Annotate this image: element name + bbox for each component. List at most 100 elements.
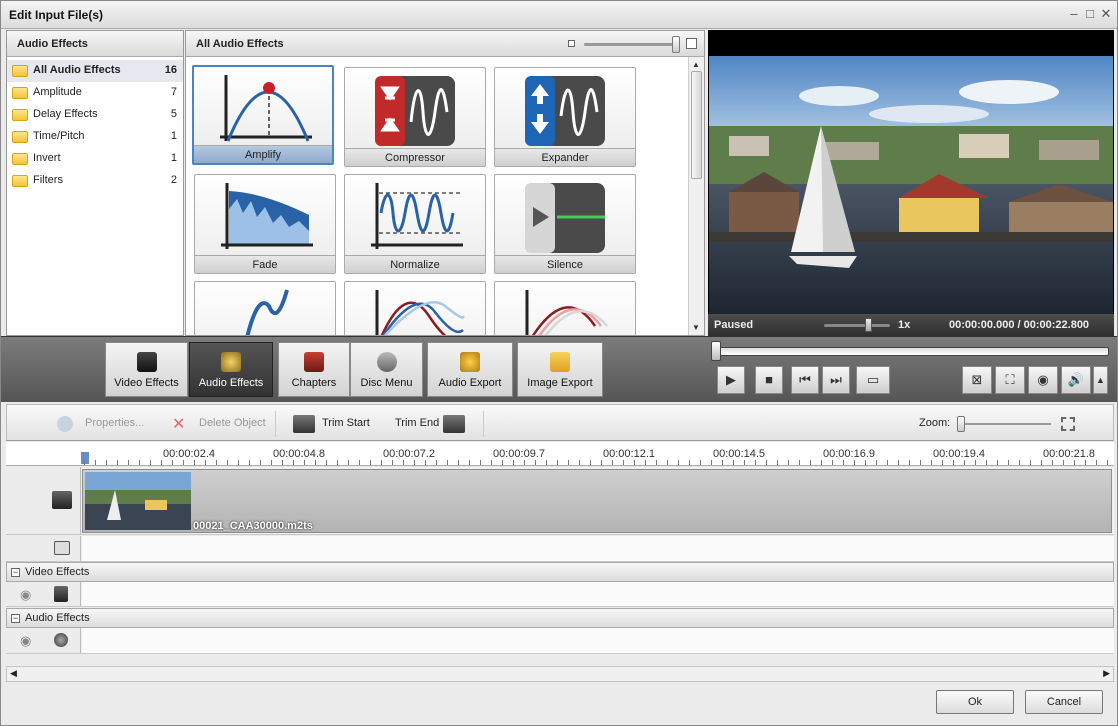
stop-button[interactable]: ■ <box>755 366 783 394</box>
ruler-ticks <box>84 460 1114 465</box>
effect-tile-9[interactable] <box>494 281 636 335</box>
category-invert[interactable]: Invert 1 <box>7 148 183 170</box>
title-bar: Edit Input File(s) – □ ✕ <box>1 1 1117 29</box>
speed-slider-thumb[interactable] <box>865 318 872 332</box>
ruler-tick: 00:00:16.9 <box>823 448 875 460</box>
category-panel: Audio Effects All Audio Effects 16 Ampli… <box>6 30 184 336</box>
video-effects-button[interactable]: Video Effects <box>105 342 188 397</box>
effect-tile-normalize[interactable]: Normalize <box>344 174 486 274</box>
thumbnail-zoom-slider[interactable] <box>584 43 676 46</box>
timeline-zoom-slider[interactable] <box>957 423 1051 425</box>
volume-button[interactable]: 🔊 <box>1061 366 1091 394</box>
effect-label: Normalize <box>345 255 485 273</box>
audio-track-icon <box>54 541 70 555</box>
ruler-tick: 00:00:04.8 <box>273 448 325 460</box>
visibility-eye-icon[interactable]: ◉ <box>20 587 31 603</box>
seek-thumb[interactable] <box>711 341 721 361</box>
timeline-ruler[interactable]: 00:00:02.4 00:00:04.8 00:00:07.2 00:00:0… <box>6 442 1114 466</box>
video-effects-lane[interactable] <box>82 582 1114 606</box>
silence-icon <box>525 183 605 253</box>
snapshot-button[interactable]: ◉ <box>1028 366 1058 394</box>
collapse-icon[interactable]: − <box>11 614 20 623</box>
fit-to-window-icon[interactable] <box>1061 417 1075 431</box>
properties-button[interactable]: Properties... <box>85 417 144 429</box>
separator <box>275 411 276 437</box>
scroll-up-icon[interactable]: ▲ <box>692 60 700 69</box>
audio-track-lane[interactable] <box>82 536 1114 561</box>
fullscreen-button[interactable]: ⛶ <box>995 366 1025 394</box>
effect-tile-compressor[interactable]: Compressor <box>344 67 486 167</box>
effect-tile-fade[interactable]: Fade <box>194 174 336 274</box>
audio-effects-track: ◉ <box>6 628 1114 654</box>
delete-object-button[interactable]: Delete Object <box>199 417 266 429</box>
effect-tile-expander[interactable]: Expander <box>494 67 636 167</box>
scroll-down-icon[interactable]: ▼ <box>692 323 700 332</box>
video-frame[interactable] <box>709 56 1113 314</box>
effect-label: Fade <box>195 255 335 273</box>
deinterlace-button[interactable]: ⊠ <box>962 366 992 394</box>
category-all-audio-effects[interactable]: All Audio Effects 16 <box>7 60 183 82</box>
zoom-large-icon[interactable] <box>686 38 697 49</box>
main-toolbar: Video Effects Audio Effects Chapters Dis… <box>1 336 1117 402</box>
effect-tile-7[interactable] <box>194 281 336 335</box>
maximize-icon[interactable]: □ <box>1083 7 1097 21</box>
next-frame-button[interactable]: ⏭ <box>822 366 850 394</box>
fullscreen-icon: ⛶ <box>1005 372 1015 387</box>
thumbnail-zoom-thumb[interactable] <box>672 36 680 53</box>
image-export-button[interactable]: Image Export <box>517 342 603 397</box>
edit-toolbar: Properties... ✕ Delete Object Trim Start… <box>6 404 1114 441</box>
cancel-button[interactable]: Cancel <box>1025 690 1103 714</box>
video-clip[interactable]: 00021_CAA30000.m2ts <box>82 469 1112 533</box>
amplify-icon <box>220 75 312 142</box>
category-label: All Audio Effects <box>33 64 121 76</box>
effect-tile-silence[interactable]: Silence <box>494 174 636 274</box>
disc-menu-button[interactable]: Disc Menu <box>350 342 423 397</box>
audio-effects-lane[interactable] <box>82 628 1114 653</box>
visibility-eye-icon[interactable]: ◉ <box>20 633 31 649</box>
category-delay-effects[interactable]: Delay Effects 5 <box>7 104 183 126</box>
audio-effects-group[interactable]: − Audio Effects <box>6 608 1114 628</box>
compressor-icon <box>375 76 455 146</box>
close-icon[interactable]: ✕ <box>1099 7 1113 21</box>
speed-slider[interactable] <box>824 324 890 327</box>
category-amplitude[interactable]: Amplitude 7 <box>7 82 183 104</box>
effect-tile-amplify[interactable]: Amplify <box>192 65 334 165</box>
previous-frame-button[interactable]: ⏮ <box>791 366 819 394</box>
normalize-icon <box>371 183 463 249</box>
zoom-small-icon[interactable] <box>568 40 575 47</box>
aspect-ratio-button[interactable]: ▭ <box>856 366 890 394</box>
audio-effects-button[interactable]: Audio Effects <box>189 342 273 397</box>
category-label: Amplitude <box>33 86 82 98</box>
category-count: 5 <box>170 108 177 120</box>
effect-tile-8[interactable] <box>344 281 486 335</box>
video-effect-icon <box>54 586 68 602</box>
play-button[interactable]: ▶ <box>717 366 745 394</box>
category-time-pitch[interactable]: Time/Pitch 1 <box>7 126 183 148</box>
collapse-icon[interactable]: − <box>11 568 20 577</box>
trim-start-button[interactable]: Trim Start <box>322 417 370 429</box>
expander-icon <box>525 76 605 146</box>
timeline-scrollbar[interactable]: ◀ ▶ <box>6 666 1114 682</box>
category-filters[interactable]: Filters 2 <box>7 170 183 192</box>
separator <box>483 411 484 437</box>
effects-title: All Audio Effects <box>196 38 284 50</box>
video-track-icon <box>52 491 72 509</box>
volume-dropdown[interactable]: ▲ <box>1093 366 1108 394</box>
chapters-button[interactable]: Chapters <box>278 342 350 397</box>
effects-header: All Audio Effects <box>186 31 704 57</box>
seek-bar[interactable] <box>711 347 1109 356</box>
video-track: 00021_CAA30000.m2ts <box>6 467 1114 535</box>
audio-effects-label: Audio Effects <box>198 377 264 389</box>
scroll-right-icon[interactable]: ▶ <box>1103 668 1110 679</box>
audio-export-button[interactable]: Audio Export <box>427 342 513 397</box>
effects-scrollbar[interactable]: ▲ ▼ <box>688 57 704 335</box>
trim-end-icon <box>443 415 465 433</box>
video-effects-group[interactable]: − Video Effects <box>6 562 1114 582</box>
effects-scroll-thumb[interactable] <box>691 71 702 179</box>
minimize-icon[interactable]: – <box>1067 7 1081 21</box>
scroll-left-icon[interactable]: ◀ <box>10 668 17 679</box>
category-label: Delay Effects <box>33 108 98 120</box>
timeline-zoom-thumb[interactable] <box>957 416 965 432</box>
ok-button[interactable]: Ok <box>936 690 1014 714</box>
trim-end-button[interactable]: Trim End <box>395 417 439 429</box>
